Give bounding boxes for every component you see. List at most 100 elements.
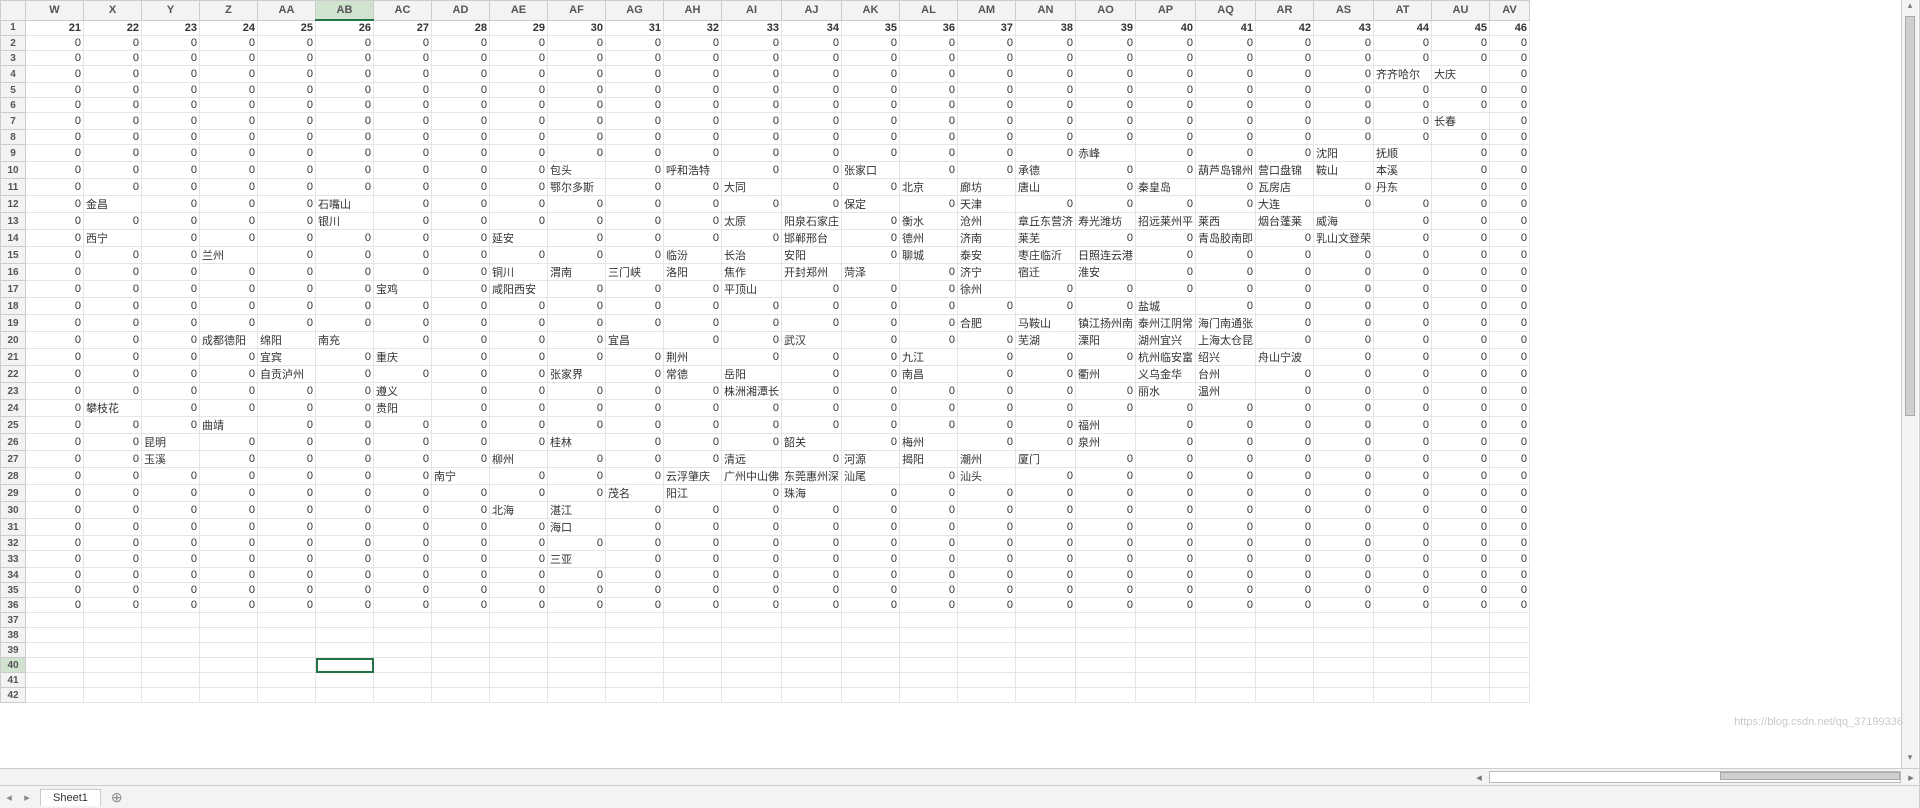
cell-AS12[interactable]: 0 <box>1314 196 1374 213</box>
cell-AU5[interactable]: 0 <box>1432 83 1490 98</box>
row-header-38[interactable]: 38 <box>1 628 26 643</box>
cell-AE34[interactable]: 0 <box>490 568 548 583</box>
cell-AV37[interactable] <box>1490 613 1530 628</box>
cell-AJ5[interactable]: 0 <box>782 83 842 98</box>
cell-AB13[interactable]: 银川 <box>316 213 374 230</box>
cell-W35[interactable]: 0 <box>26 583 84 598</box>
cell-AG2[interactable]: 0 <box>606 36 664 51</box>
cell-AI23[interactable]: 株洲湘潭长 <box>722 383 782 400</box>
cell-AO23[interactable]: 0 <box>1076 383 1136 400</box>
cell-AJ36[interactable]: 0 <box>782 598 842 613</box>
cell-X22[interactable]: 0 <box>84 366 142 383</box>
cell-AB21[interactable]: 0 <box>316 349 374 366</box>
cell-AU25[interactable]: 0 <box>1432 417 1490 434</box>
cell-AR30[interactable]: 0 <box>1256 502 1314 519</box>
cell-AR9[interactable]: 0 <box>1256 145 1314 162</box>
cell-AR2[interactable]: 0 <box>1256 36 1314 51</box>
cell-AE20[interactable]: 0 <box>490 332 548 349</box>
cell-AU22[interactable]: 0 <box>1432 366 1490 383</box>
cell-AP20[interactable]: 湖州宜兴 <box>1136 332 1196 349</box>
cell-AV6[interactable]: 0 <box>1490 98 1530 113</box>
cell-AM9[interactable]: 0 <box>958 145 1016 162</box>
cell-AJ6[interactable]: 0 <box>782 98 842 113</box>
cell-AV38[interactable] <box>1490 628 1530 643</box>
cell-Y8[interactable]: 0 <box>142 130 200 145</box>
cell-AA25[interactable]: 0 <box>258 417 316 434</box>
cell-AC9[interactable]: 0 <box>374 145 432 162</box>
cell-AK26[interactable]: 0 <box>842 434 900 451</box>
cell-AT18[interactable]: 0 <box>1374 298 1432 315</box>
cell-AQ33[interactable]: 0 <box>1196 551 1256 568</box>
cell-AH40[interactable] <box>664 658 722 673</box>
col-header-AT[interactable]: AT <box>1374 1 1432 21</box>
cell-AT20[interactable]: 0 <box>1374 332 1432 349</box>
cell-AK40[interactable] <box>842 658 900 673</box>
cell-AQ23[interactable]: 温州 <box>1196 383 1256 400</box>
cell-AO34[interactable]: 0 <box>1076 568 1136 583</box>
cell-AS3[interactable]: 0 <box>1314 51 1374 66</box>
cell-AA21[interactable]: 宜宾 <box>258 349 316 366</box>
cell-AQ16[interactable]: 0 <box>1196 264 1256 281</box>
cell-AB42[interactable] <box>316 688 374 703</box>
cell-AV12[interactable]: 0 <box>1490 196 1530 213</box>
cell-AU34[interactable]: 0 <box>1432 568 1490 583</box>
cell-AE25[interactable]: 0 <box>490 417 548 434</box>
cell-Y27[interactable]: 玉溪 <box>142 451 200 468</box>
cell-AO20[interactable]: 溧阳 <box>1076 332 1136 349</box>
cell-X39[interactable] <box>84 643 142 658</box>
cell-AE16[interactable]: 铜川 <box>490 264 548 281</box>
cell-AQ28[interactable]: 0 <box>1196 468 1256 485</box>
cell-AP29[interactable]: 0 <box>1136 485 1196 502</box>
cell-AV4[interactable]: 0 <box>1490 66 1530 83</box>
cell-AJ4[interactable]: 0 <box>782 66 842 83</box>
cell-AO13[interactable]: 寿光潍坊 <box>1076 213 1136 230</box>
cell-AC39[interactable] <box>374 643 432 658</box>
cell-AA9[interactable]: 0 <box>258 145 316 162</box>
cell-AP31[interactable]: 0 <box>1136 519 1196 536</box>
cell-AH18[interactable]: 0 <box>664 298 722 315</box>
cell-AH27[interactable]: 0 <box>664 451 722 468</box>
cell-AI4[interactable]: 0 <box>722 66 782 83</box>
cell-AO40[interactable] <box>1076 658 1136 673</box>
cell-AJ21[interactable]: 0 <box>782 349 842 366</box>
row-header-2[interactable]: 2 <box>1 36 26 51</box>
cell-AS6[interactable]: 0 <box>1314 98 1374 113</box>
cell-AP11[interactable]: 秦皇岛 <box>1136 179 1196 196</box>
cell-AP28[interactable]: 0 <box>1136 468 1196 485</box>
cell-AK10[interactable]: 张家口 <box>842 162 900 179</box>
cell-AU36[interactable]: 0 <box>1432 598 1490 613</box>
cell-AG24[interactable]: 0 <box>606 400 664 417</box>
cell-AS1[interactable]: 43 <box>1314 20 1374 36</box>
cell-AR20[interactable]: 0 <box>1256 332 1314 349</box>
cell-AE19[interactable]: 0 <box>490 315 548 332</box>
cell-AM15[interactable]: 泰安 <box>958 247 1016 264</box>
cell-AG39[interactable] <box>606 643 664 658</box>
cell-AQ8[interactable]: 0 <box>1196 130 1256 145</box>
cell-AI9[interactable]: 0 <box>722 145 782 162</box>
cell-AU10[interactable]: 0 <box>1432 162 1490 179</box>
cell-AJ10[interactable]: 0 <box>782 162 842 179</box>
cell-AC14[interactable]: 0 <box>374 230 432 247</box>
cell-AI14[interactable]: 0 <box>722 230 782 247</box>
cell-Z11[interactable]: 0 <box>200 179 258 196</box>
cell-AD37[interactable] <box>432 613 490 628</box>
cell-AL20[interactable]: 0 <box>900 332 958 349</box>
cell-AT2[interactable]: 0 <box>1374 36 1432 51</box>
cell-AT42[interactable] <box>1374 688 1432 703</box>
cell-AU31[interactable]: 0 <box>1432 519 1490 536</box>
cell-AS2[interactable]: 0 <box>1314 36 1374 51</box>
cell-Y40[interactable] <box>142 658 200 673</box>
col-header-AI[interactable]: AI <box>722 1 782 21</box>
cell-AL6[interactable]: 0 <box>900 98 958 113</box>
col-header-AG[interactable]: AG <box>606 1 664 21</box>
cell-AM16[interactable]: 济宁 <box>958 264 1016 281</box>
cell-AL27[interactable]: 揭阳 <box>900 451 958 468</box>
cell-AM2[interactable]: 0 <box>958 36 1016 51</box>
cell-AP36[interactable]: 0 <box>1136 598 1196 613</box>
cell-X3[interactable]: 0 <box>84 51 142 66</box>
cell-AN15[interactable]: 枣庄临沂 <box>1016 247 1076 264</box>
row-header-16[interactable]: 16 <box>1 264 26 281</box>
cell-Y12[interactable]: 0 <box>142 196 200 213</box>
cell-AA35[interactable]: 0 <box>258 583 316 598</box>
cell-AG34[interactable]: 0 <box>606 568 664 583</box>
